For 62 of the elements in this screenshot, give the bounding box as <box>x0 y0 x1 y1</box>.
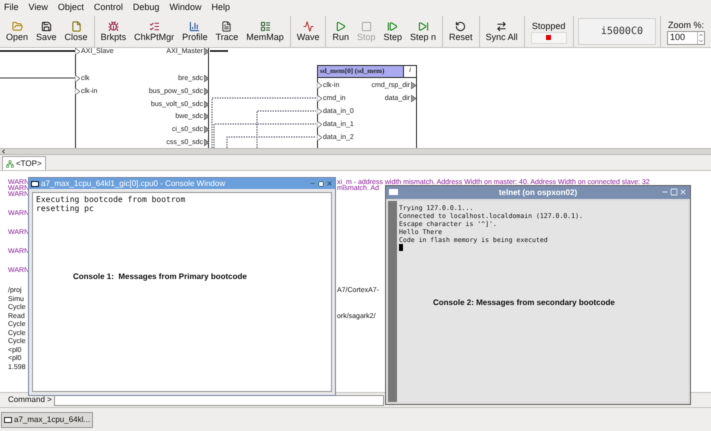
menu-item[interactable]: View <box>28 1 48 15</box>
step-icon <box>387 20 398 32</box>
cycle-display: i5000C0 <box>578 18 656 45</box>
spin-up-icon[interactable] <box>698 32 704 38</box>
toolbar-button[interactable]: Open <box>2 16 32 47</box>
module-block[interactable] <box>75 48 209 148</box>
play-icon <box>335 20 346 32</box>
zoom-spinbox[interactable]: 100 <box>667 30 705 44</box>
close-icon[interactable] <box>326 180 333 187</box>
bug-icon <box>108 20 119 32</box>
command-label: Command > <box>8 394 53 406</box>
toolbar-button[interactable]: Profile <box>178 16 212 47</box>
spin-down-icon[interactable] <box>698 38 704 44</box>
menu-item[interactable]: File <box>4 1 19 15</box>
document-icon <box>221 20 232 32</box>
menu-item[interactable]: Debug <box>132 1 160 15</box>
window-icon <box>4 416 12 422</box>
window-icon <box>31 180 39 186</box>
list-icon <box>260 20 271 32</box>
scroll-left-icon[interactable] <box>0 148 7 155</box>
sync-icon <box>496 20 508 32</box>
hierarchy-tab[interactable]: <TOP> <box>2 156 46 170</box>
reset-icon <box>455 20 466 32</box>
maximize-icon[interactable] <box>318 180 324 186</box>
taskbar-button[interactable]: a7_max_1cpu_64kl... <box>1 412 94 428</box>
window-icon <box>389 189 398 195</box>
window-title: a7_max_1cpu_64kl1_gic[0].cpu0 - Console Window <box>41 178 226 188</box>
toolbar-button[interactable]: Run <box>328 16 353 47</box>
window-title: telnet (on ospxon02) <box>498 186 578 198</box>
menu-item[interactable]: Control <box>94 1 123 15</box>
toolbar-button[interactable]: Sync All <box>482 16 522 47</box>
zoom-label: Zoom %: <box>668 18 704 30</box>
menu-item[interactable]: Window <box>169 1 202 15</box>
toolbar-button[interactable]: Reset <box>445 16 477 47</box>
port-arrow-icon <box>204 48 209 55</box>
text-cursor <box>399 244 403 251</box>
status-label: Stopped <box>532 20 566 32</box>
step-n-icon <box>418 20 429 32</box>
scrollbar[interactable] <box>388 201 397 402</box>
document-icon <box>70 20 82 32</box>
toolbar-button[interactable]: Save <box>32 16 61 47</box>
stop-icon <box>360 20 372 32</box>
bar-chart-icon <box>189 20 200 32</box>
checklist-icon <box>148 20 160 32</box>
menu-item[interactable]: Help <box>211 1 230 15</box>
toolbar-button[interactable]: Trace <box>212 16 242 47</box>
save-icon <box>40 20 52 32</box>
menu-item[interactable]: Object <box>58 1 84 15</box>
toolbar-button[interactable]: Step <box>380 16 406 47</box>
waveform-icon <box>302 20 314 32</box>
console-line: resetting pc <box>36 204 95 213</box>
toolbar-button[interactable]: Close <box>60 16 92 47</box>
toolbar-button[interactable]: Wave <box>292 16 324 47</box>
toolbar-button[interactable]: Brkpts <box>96 16 130 47</box>
annotation-text: Console 1: Messages from Primary bootcode <box>73 271 247 283</box>
annotation-text: Console 2: Messages from secondary bootcode <box>433 297 615 309</box>
hierarchy-icon <box>6 160 14 168</box>
toolbar-button[interactable]: ChkPtMgr <box>130 16 178 47</box>
console-line: Executing bootcode from bootrom <box>36 195 186 204</box>
toolbar-button[interactable]: MemMap <box>242 16 288 47</box>
toolbar-button[interactable]: Step n <box>406 16 440 47</box>
folder-icon <box>12 20 23 32</box>
